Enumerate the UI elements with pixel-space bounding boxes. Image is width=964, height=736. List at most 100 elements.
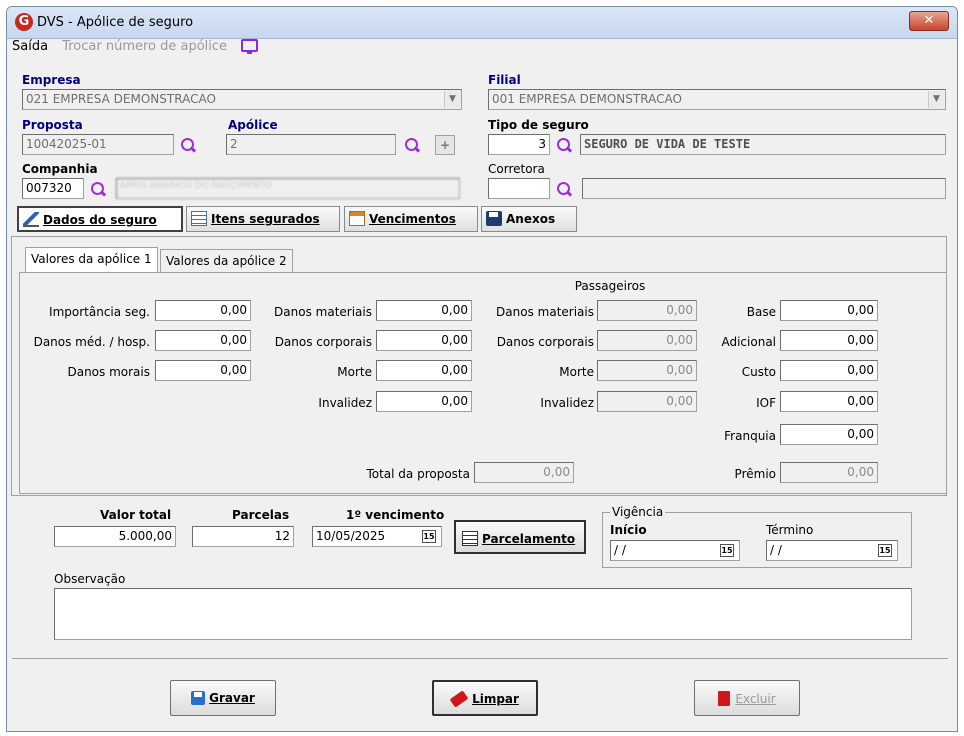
filial-label: Filial [488,73,521,87]
pencil-icon [23,212,39,227]
inicio-label: Início [610,523,647,537]
pass-invalidez-label: Invalidez [540,396,594,410]
search-icon[interactable] [180,137,198,155]
total-proposta-input: 0,00 [474,462,574,483]
menu-change-policy[interactable]: Trocar número de apólice [62,39,227,54]
title-bar: G DVS - Apólice de seguro ✕ [7,7,957,39]
tab-itens-label: Itens segurados [211,212,320,226]
parcelas-label: Parcelas [232,508,290,522]
companhia-code-input[interactable]: 007320 [22,178,84,199]
pass-invalidez-input[interactable]: 0,00 [597,391,697,412]
parcelas-input[interactable]: 12 [192,526,294,547]
search-icon[interactable] [556,137,574,155]
parcelamento-button[interactable]: Parcelamento [454,520,586,554]
apolice-input[interactable]: 2 [226,134,396,155]
pass-danos-corporais-label: Danos corporais [496,335,594,349]
franquia-input[interactable]: 0,00 [780,424,878,445]
limpar-label: Limpar [472,692,519,706]
custo-label: Custo [741,365,776,379]
vencimento-value: 10/05/2025 [316,529,386,543]
danos-corporais-label: Danos corporais [274,335,372,349]
calendar-icon [349,211,365,226]
tipo-seguro-code-input[interactable]: 3 [488,134,550,155]
corretora-code-input[interactable] [488,178,550,199]
adicional-label: Adicional [721,335,776,349]
eraser-icon [449,690,469,708]
proposta-label: Proposta [22,118,83,132]
importancia-label: Importância seg. [49,305,150,319]
danos-morais-label: Danos morais [67,365,150,379]
morte-label: Morte [337,365,372,379]
pass-morte-input[interactable]: 0,00 [597,360,697,381]
calendar-icon[interactable]: 15 [422,530,436,543]
danos-materiais-input[interactable]: 0,00 [376,300,472,321]
custo-input[interactable]: 0,00 [780,360,878,381]
valor-total-input[interactable]: 5.000,00 [54,526,176,547]
importancia-input[interactable]: 0,00 [155,300,251,321]
empresa-select[interactable]: 021 EMPRESA DEMONSTRACAO ▼ [22,89,462,110]
app-logo-icon: G [15,13,33,31]
observacao-label: Observação [54,572,126,586]
tab-vencimentos[interactable]: Vencimentos [344,206,478,232]
iof-input[interactable]: 0,00 [780,391,878,412]
corretora-label: Corretora [488,162,545,176]
proposta-input[interactable]: 10042025-01 [22,134,174,155]
tab-valores-apolice-2[interactable]: Valores da apólice 2 [160,249,293,272]
search-icon[interactable] [404,137,422,155]
franquia-label: Franquia [724,429,776,443]
danos-materiais-label: Danos materiais [274,305,372,319]
chevron-down-icon[interactable]: ▼ [444,91,460,108]
chevron-down-icon[interactable]: ▼ [928,91,944,108]
limpar-button[interactable]: Limpar [432,680,538,716]
floppy-icon [191,691,206,705]
menu-exit[interactable]: Saída [12,39,48,54]
calendar-icon[interactable]: 15 [720,544,734,557]
danos-corporais-input[interactable]: 0,00 [376,330,472,351]
search-icon[interactable] [90,181,108,199]
close-button[interactable]: ✕ [909,11,949,31]
gravar-button[interactable]: Gravar [170,680,276,716]
filial-select[interactable]: 001 EMPRESA DEMONSTRACAO ▼ [488,89,946,110]
tab-vencimentos-label: Vencimentos [369,212,456,226]
danos-med-label: Danos méd. / hosp. [33,335,150,349]
premio-input: 0,00 [780,462,878,483]
documents-icon [462,531,478,546]
menu-bar: Saída Trocar número de apólice [12,39,268,54]
tab-anexos-label: Anexos [506,212,556,226]
companhia-name: AMOS AMARICO DO NASCIMENTO [116,178,460,199]
tab-dados-seguro[interactable]: Dados do seguro [17,206,183,232]
adicional-input[interactable]: 0,00 [780,330,878,351]
save-icon [486,211,502,226]
calendar-icon[interactable]: 15 [878,544,892,557]
danos-morais-input[interactable]: 0,00 [155,360,251,381]
tipo-seguro-description: SEGURO DE VIDA DE TESTE [580,134,946,155]
invalidez-input[interactable]: 0,00 [376,391,472,412]
tab-itens-segurados[interactable]: Itens segurados [186,206,340,232]
window-title: DVS - Apólice de seguro [37,15,194,30]
tab-valores-apolice-1[interactable]: Valores da apólice 1 [25,247,158,272]
danos-med-input[interactable]: 0,00 [155,330,251,351]
morte-input[interactable]: 0,00 [376,360,472,381]
excluir-button[interactable]: Excluir [694,680,800,716]
iof-label: IOF [756,396,776,410]
observacao-textarea[interactable] [54,588,912,640]
empresa-label: Empresa [22,73,81,87]
base-input[interactable]: 0,00 [780,300,878,321]
vencimento-label: 1º vencimento [346,508,445,522]
add-policy-button[interactable]: + [435,135,455,155]
valor-total-label: Valor total [100,508,172,522]
trash-icon [718,691,731,706]
monitor-icon[interactable] [241,39,259,54]
parcelamento-label: Parcelamento [482,532,576,546]
pass-danos-corporais-input[interactable]: 0,00 [597,330,697,351]
list-icon [191,211,207,226]
invalidez-label: Invalidez [318,396,372,410]
pass-danos-materiais-input[interactable]: 0,00 [597,300,697,321]
tab-dados-label: Dados do seguro [43,213,157,227]
empresa-value: 021 EMPRESA DEMONSTRACAO [26,92,216,106]
tab-anexos[interactable]: Anexos [481,206,577,232]
search-icon[interactable] [556,181,574,199]
vigencia-label: Vigência [610,505,666,519]
tipo-seguro-label: Tipo de seguro [488,118,589,132]
pass-morte-label: Morte [559,365,594,379]
